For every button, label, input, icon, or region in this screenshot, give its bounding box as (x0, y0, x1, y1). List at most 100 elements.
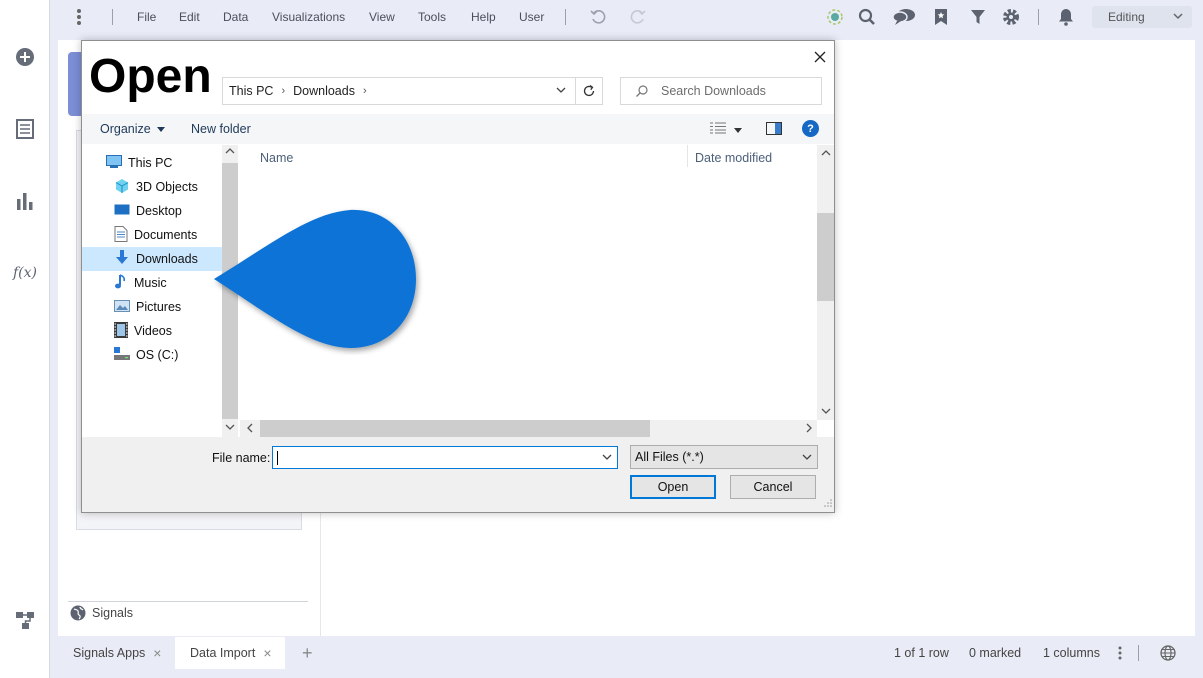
nav-item-downloads[interactable]: Downloads (82, 247, 222, 271)
address-bar[interactable]: This PC › Downloads › (222, 77, 576, 105)
file-type-value: All Files (*.*) (635, 450, 704, 464)
chevron-down-icon[interactable] (555, 84, 567, 99)
more-vertical-icon[interactable] (1118, 637, 1122, 669)
file-type-select[interactable]: All Files (*.*) (630, 445, 818, 469)
new-folder-button[interactable]: New folder (191, 114, 251, 144)
scroll-down-icon[interactable] (225, 423, 235, 434)
desktop-icon (114, 203, 130, 220)
scroll-left-icon[interactable] (246, 423, 254, 436)
menu-user[interactable]: User (519, 0, 544, 34)
search-icon[interactable] (858, 0, 876, 34)
filter-icon[interactable] (970, 0, 986, 34)
comments-icon[interactable] (892, 0, 916, 34)
refresh-icon (582, 84, 596, 98)
function-icon[interactable]: f(x) (0, 253, 50, 293)
menu-edit[interactable]: Edit (179, 0, 200, 34)
left-rail: f(x) (0, 0, 50, 678)
text-caret (277, 451, 278, 465)
mode-select[interactable]: Editing (1092, 6, 1192, 28)
details-view-icon (710, 122, 726, 137)
menu-tools[interactable]: Tools (418, 0, 446, 34)
chevron-down-icon (1172, 10, 1184, 25)
file-name-input[interactable] (272, 446, 618, 469)
chevron-right-icon[interactable]: › (363, 85, 367, 97)
search-icon (635, 84, 649, 98)
nav-item-3d-objects[interactable]: 3D Objects (82, 175, 222, 199)
preview-pane-button[interactable] (766, 122, 782, 138)
scroll-up-icon[interactable] (225, 147, 235, 158)
nav-label: Downloads (136, 252, 198, 266)
callout-pointer (214, 209, 416, 348)
help-button[interactable]: ? (802, 120, 819, 137)
dialog-toolbar: Organize New folder ? (82, 114, 834, 144)
nav-label: Documents (134, 228, 198, 242)
dialog-footer: File name: All Files (*.*) Open Cancel (82, 437, 834, 512)
resize-grip-icon[interactable] (824, 496, 832, 510)
tab-data-import[interactable]: Data Import × (175, 637, 285, 669)
scroll-down-icon[interactable] (821, 407, 831, 418)
nav-label: 3D Objects (136, 180, 198, 194)
nav-item-desktop[interactable]: Desktop (82, 199, 222, 223)
dialog-title: Open (87, 45, 214, 109)
menu-data[interactable]: Data (223, 0, 248, 34)
nav-item-videos[interactable]: Videos (82, 319, 222, 343)
organize-button[interactable]: Organize (100, 114, 165, 144)
scroll-right-icon[interactable] (805, 423, 813, 436)
refresh-button[interactable] (575, 77, 603, 105)
scroll-up-icon[interactable] (821, 149, 831, 160)
notifications-bell-icon[interactable] (1058, 0, 1074, 34)
chevron-down-icon[interactable] (601, 451, 613, 466)
menu-help[interactable]: Help (471, 0, 496, 34)
file-list-vertical-scrollbar[interactable] (817, 145, 834, 420)
column-header-name[interactable]: Name (260, 151, 293, 165)
pictures-icon (114, 299, 130, 316)
download-arrow-icon (114, 249, 130, 269)
change-view-button[interactable] (710, 122, 742, 137)
nav-label: Pictures (136, 300, 182, 314)
add-icon[interactable] (0, 37, 50, 77)
bookmark-icon[interactable] (934, 0, 948, 34)
top-menu-bar: File Edit Data Visualizations View Tools… (50, 0, 1203, 34)
close-icon[interactable]: × (263, 645, 271, 661)
redo-icon[interactable] (630, 0, 646, 34)
breadcrumb-downloads[interactable]: Downloads (293, 84, 355, 98)
more-vertical-icon[interactable] (76, 0, 82, 34)
scrollbar-thumb[interactable] (260, 420, 650, 437)
nav-item-os-drive[interactable]: OS (C:) (82, 343, 222, 367)
mode-select-value: Editing (1108, 10, 1145, 24)
close-button[interactable] (808, 45, 832, 69)
nav-item-documents[interactable]: Documents (82, 223, 222, 247)
menu-separator (1038, 9, 1039, 25)
bar-chart-icon[interactable] (0, 181, 50, 221)
menu-file[interactable]: File (137, 0, 156, 34)
nav-item-music[interactable]: Music (82, 271, 222, 295)
hierarchy-icon[interactable] (0, 600, 50, 640)
cancel-button[interactable]: Cancel (730, 475, 816, 499)
file-name-label: File name: (212, 451, 271, 465)
gear-icon[interactable] (1002, 0, 1020, 34)
open-button[interactable]: Open (630, 475, 716, 499)
signals-link[interactable]: Signals (70, 602, 133, 624)
column-header-date-modified[interactable]: Date modified (695, 151, 772, 165)
search-input[interactable]: Search Downloads (620, 77, 822, 105)
nav-item-pictures[interactable]: Pictures (82, 295, 222, 319)
computer-icon (106, 154, 122, 172)
menu-view[interactable]: View (369, 0, 395, 34)
file-list-horizontal-scrollbar[interactable] (240, 420, 817, 437)
scrollbar-thumb[interactable] (817, 213, 834, 301)
undo-icon[interactable] (590, 0, 606, 34)
menu-visualizations[interactable]: Visualizations (272, 0, 345, 34)
data-table-icon[interactable] (0, 109, 50, 149)
tab-signals-apps[interactable]: Signals Apps × (58, 637, 173, 669)
nav-label: OS (C:) (136, 348, 179, 362)
signals-label: Signals (92, 606, 133, 620)
language-globe-icon[interactable] (1160, 637, 1176, 669)
bottom-tab-bar: Signals Apps × Data Import × + 1 of 1 ro… (58, 637, 1195, 669)
nav-item-this-pc[interactable]: This PC (82, 151, 222, 175)
breadcrumb-this-pc[interactable]: This PC (229, 84, 273, 98)
ai-assistant-icon[interactable] (826, 0, 844, 34)
column-divider[interactable] (687, 145, 688, 167)
add-tab-button[interactable]: + (302, 637, 313, 669)
close-icon[interactable]: × (153, 645, 161, 661)
cube-icon (114, 178, 130, 197)
